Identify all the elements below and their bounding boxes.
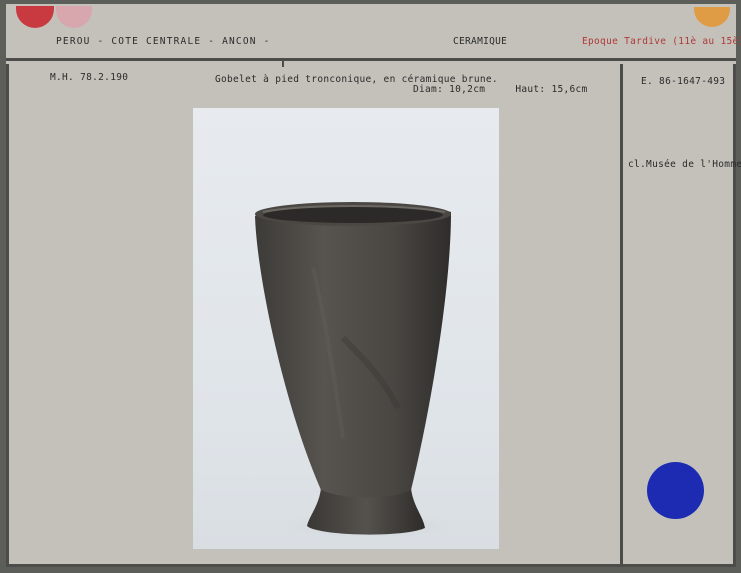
orange-marker-dot — [694, 7, 730, 27]
header-period: Epoque Tardive (11è au 15è) — [582, 36, 741, 47]
top-divider — [6, 58, 736, 61]
divider-tick — [282, 61, 284, 67]
red-marker-dot — [16, 6, 54, 28]
header-location: PEROU - COTE CENTRALE - ANCON - — [56, 36, 271, 47]
bottom-divider — [6, 564, 736, 567]
photo-credit: cl.Musée de l'Homme — [628, 159, 741, 170]
column-divider — [620, 64, 623, 564]
left-border — [6, 64, 9, 564]
blue-marker-dot — [647, 462, 704, 519]
object-dimensions: Diam: 10,2cm Haut: 15,6cm — [413, 84, 588, 95]
pink-marker-dot — [56, 6, 92, 28]
inventory-number: M.H. 78.2.190 — [50, 72, 129, 83]
header-category: CERAMIQUE — [453, 36, 508, 47]
photo-reference: E. 86-1647-493 — [641, 76, 726, 87]
goblet-image — [255, 202, 463, 540]
catalog-card: PEROU - COTE CENTRALE - ANCON - CERAMIQU… — [6, 4, 741, 567]
right-border — [733, 64, 736, 564]
object-photo — [193, 108, 499, 549]
